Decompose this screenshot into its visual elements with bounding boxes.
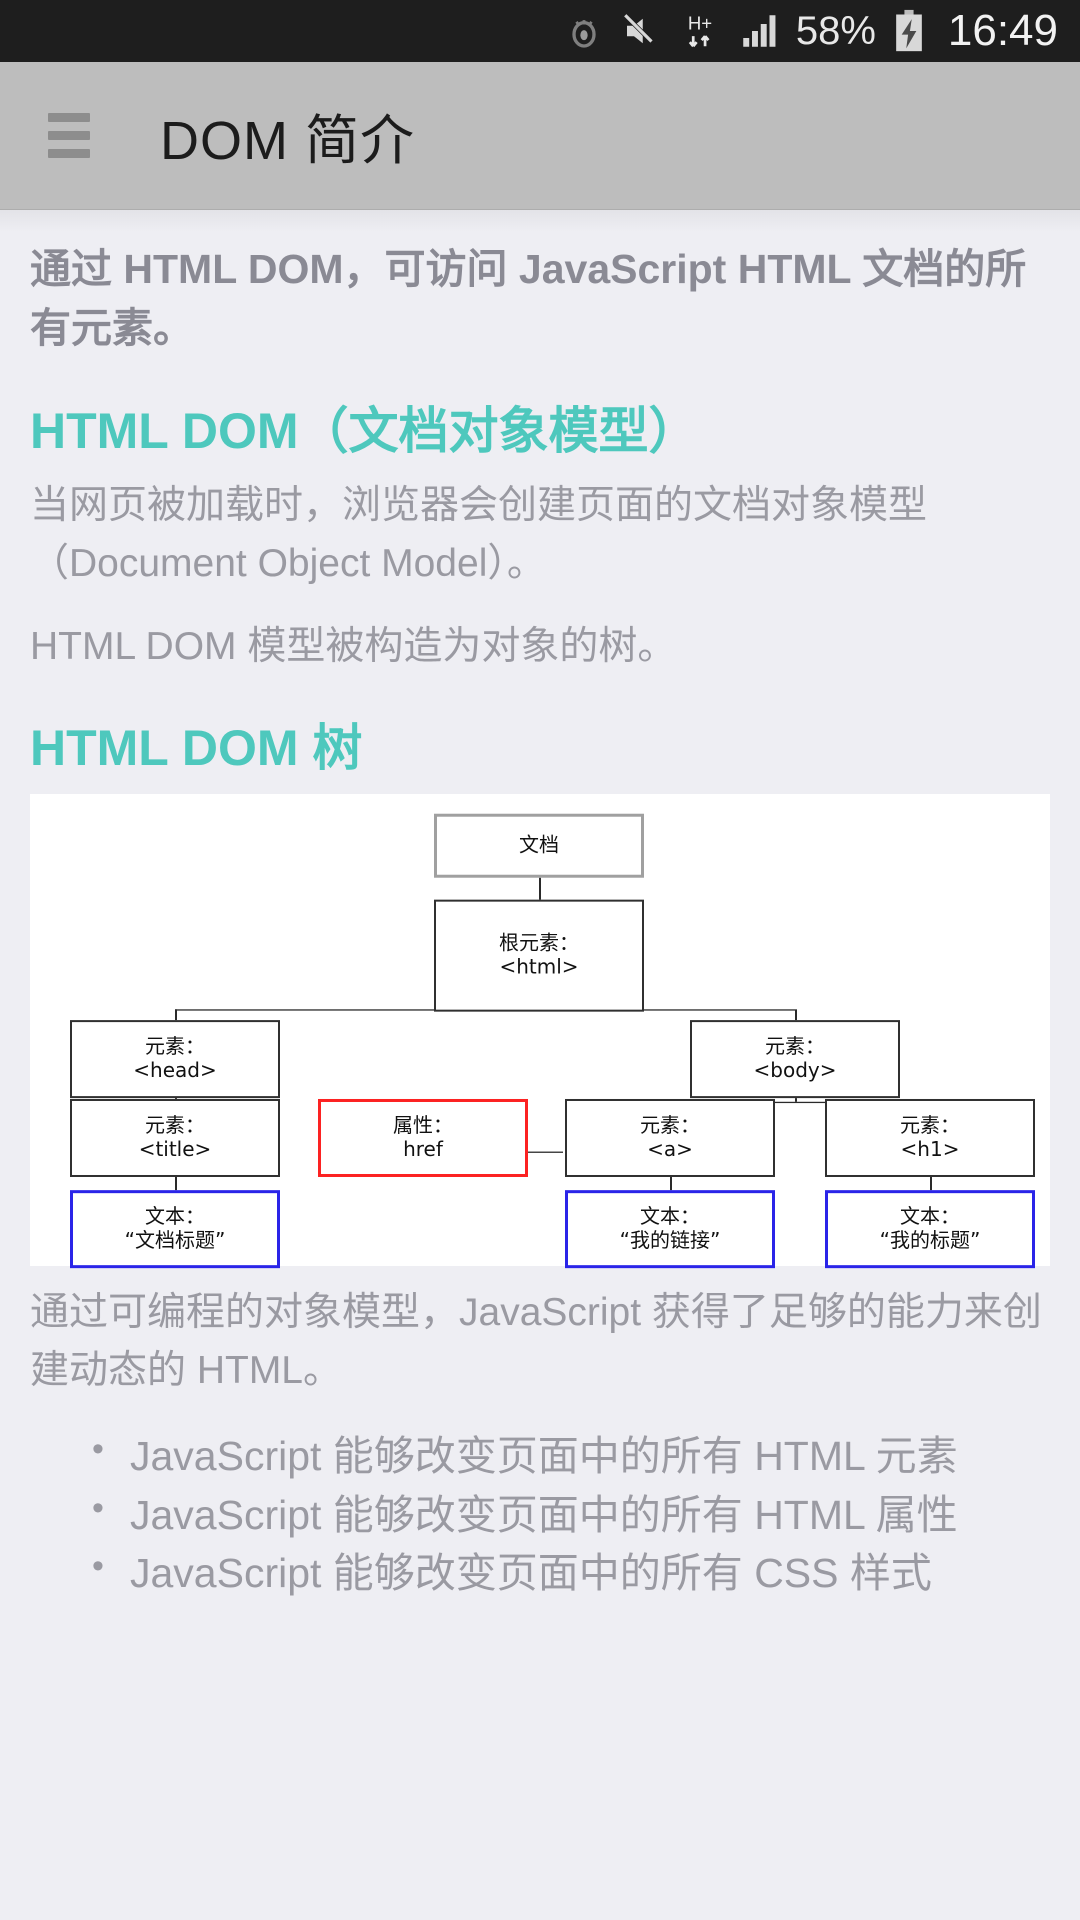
node-body: 元素： <body> [690, 1020, 900, 1099]
clock-label: 16:49 [947, 6, 1058, 55]
app-bar: DOM 简介 [0, 62, 1080, 210]
mute-icon [620, 10, 662, 52]
edge-href-anchor [527, 1151, 563, 1153]
list-item: JavaScript 能够改变页面中的所有 CSS 样式 [30, 1544, 1050, 1600]
section-heading-dom-model: HTML DOM（文档对象模型） [30, 402, 699, 459]
node-h1: 元素： <h1> [825, 1099, 1035, 1178]
node-document: 文档 [434, 813, 644, 878]
node-text-my-link: 文本： “我的链接” [565, 1190, 775, 1269]
signal-icon [738, 10, 780, 52]
dom-tree-diagram: 文档 根元素： <html> 元素： <head> 元素： <body> 元素：… [30, 794, 1050, 1269]
list-item: JavaScript 能够改变页面中的所有 HTML 元素 [30, 1427, 1050, 1483]
paragraph-dom-creation: 当网页被加载时，浏览器会创建页面的文档对象模型（Document Object … [30, 483, 928, 585]
node-text-document-title: 文本： “文档标题” [70, 1190, 280, 1269]
node-anchor: 元素： <a> [565, 1099, 775, 1178]
node-attribute-href: 属性： href [318, 1099, 528, 1178]
eye-icon [564, 11, 604, 51]
node-text-my-heading: 文本： “我的标题” [825, 1190, 1035, 1269]
hsdpa-icon: H+ [678, 9, 722, 53]
capabilities-list: JavaScript 能够改变页面中的所有 HTML 元素 JavaScript… [30, 1427, 1050, 1600]
svg-text:H+: H+ [688, 12, 712, 33]
status-bar: H+ 58% 16:49 [0, 0, 1080, 62]
battery-charging-icon [892, 9, 926, 53]
section-heading-dom-tree: HTML DOM 树 [30, 720, 363, 777]
node-root-html: 根元素： <html> [434, 899, 644, 1012]
hamburger-icon[interactable] [48, 113, 90, 158]
dom-tree-figure: 文档 根元素： <html> 元素： <head> 元素： <body> 元素：… [30, 794, 1050, 1269]
article-content[interactable]: 通过 HTML DOM，可访问 JavaScript HTML 文档的所有元素。… [0, 210, 1080, 1920]
node-head: 元素： <head> [70, 1020, 280, 1099]
battery-percent-label: 58% [795, 8, 876, 53]
page-title: DOM 简介 [160, 111, 415, 171]
list-item: JavaScript 能够改变页面中的所有 HTML 属性 [30, 1486, 1050, 1542]
node-title: 元素： <title> [70, 1099, 280, 1178]
paragraph-dom-tree-intro: HTML DOM 模型被构造为对象的树。 [30, 625, 677, 669]
lead-paragraph: 通过 HTML DOM，可访问 JavaScript HTML 文档的所有元素。 [30, 246, 1027, 352]
paragraph-dynamic-html: 通过可编程的对象模型，JavaScript 获得了足够的能力来创建动态的 HTM… [30, 1291, 1042, 1392]
